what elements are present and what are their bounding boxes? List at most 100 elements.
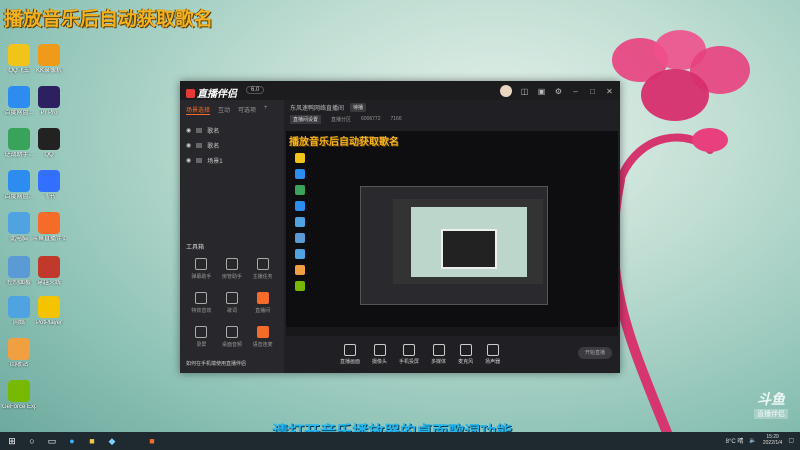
recycle-bin-icon (8, 338, 30, 360)
source-phone-cast-button[interactable]: 手机投屏 (399, 344, 419, 365)
kk-recorder-icon (38, 44, 60, 66)
stream-title: 东风速鸭网络直播间 (290, 105, 345, 112)
desktop-icon-kk-recorder[interactable]: KK录像机 (32, 44, 66, 75)
crossfire-icon (38, 256, 60, 278)
search-icon[interactable]: ○ (26, 435, 38, 447)
left-tabs: 场景选择 互动 可选项 + (180, 100, 284, 115)
effects-icon (195, 292, 208, 304)
tool-lyrics[interactable]: 歌词 (217, 292, 248, 314)
tool-live-room[interactable]: 直播间 (247, 292, 278, 314)
microphone-icon (459, 344, 472, 356)
desktop-icon-premiere[interactable]: Pr Pro (32, 86, 66, 117)
speaker-icon (486, 344, 499, 356)
list-item[interactable]: ◉ 歌名 (180, 123, 284, 138)
page-banner-title: 播放音乐后自动获取歌名 (4, 8, 214, 30)
stream-title-row: 东风速鸭网络直播间 待播 (284, 100, 620, 114)
live-companion-window[interactable]: 直播伴侣 6.0 ◫ ▣ ⚙ – □ ✕ 场景选择 互动 可选项 + ◉ 歌名 ◉… (180, 81, 620, 373)
eye-icon[interactable]: ◉ (186, 127, 191, 134)
close-icon[interactable]: ✕ (605, 87, 614, 96)
nvidia-icon (8, 380, 30, 402)
scene-thumb-icon (196, 143, 203, 148)
tool-room-manager[interactable]: 房管助手 (217, 258, 248, 280)
tool-voice-link[interactable]: 语音连麦 (247, 326, 278, 348)
tool-effects[interactable]: 特效音效 (186, 292, 217, 314)
category-label: 直播分区 (331, 116, 352, 123)
douyu-live-icon (38, 212, 60, 234)
start-live-button[interactable]: 开始直播 (578, 347, 612, 359)
phone-icon (403, 344, 416, 356)
nested-preview-window (360, 186, 548, 305)
control-panel-icon (8, 256, 30, 278)
source-screen-button[interactable]: 直播画面 (340, 344, 360, 365)
desktop-icon-this-pc[interactable]: 此电脑 (2, 212, 36, 243)
desktop-icon-network[interactable]: 网络 (2, 296, 36, 327)
douyu-logo-icon (186, 89, 195, 98)
add-tab-icon[interactable]: + (264, 105, 268, 115)
tool-danmu-helper[interactable]: 弹幕助手 (186, 258, 217, 280)
chat-icon (195, 258, 208, 270)
mic-button[interactable]: 麦克风 (458, 344, 473, 365)
desktop-icon-game-helper[interactable]: 逆战助手... (2, 128, 36, 159)
desktop-icon-crossfire[interactable]: 穿越火线 (32, 256, 66, 287)
tool-record[interactable]: 录屏 (186, 326, 217, 348)
list-item[interactable]: ◉ 歌名 (180, 138, 284, 153)
gift-icon[interactable]: ◫ (520, 87, 529, 96)
tab-interact[interactable]: 互动 (218, 105, 230, 115)
maximize-icon[interactable]: □ (588, 87, 597, 96)
left-panel: 场景选择 互动 可选项 + ◉ 歌名 ◉ 歌名 ◉ 场景1 工具箱 弹幕助手 房管助手… (180, 100, 285, 373)
notification-icon[interactable]: ▢ (788, 437, 794, 444)
tab-options[interactable]: 可选项 (238, 105, 256, 115)
stream-preview[interactable]: 播放音乐后自动获取歌名 (286, 131, 618, 336)
desktop-icon-recycle-bin[interactable]: 回收站 (2, 338, 36, 369)
room-settings-button[interactable]: 直播间设置 (290, 114, 322, 124)
taskbar-live-companion-icon[interactable]: ■ (146, 435, 158, 447)
minimize-icon[interactable]: – (571, 87, 580, 96)
edge-browser-icon[interactable]: ● (66, 435, 78, 447)
task-view-icon[interactable]: ▭ (46, 435, 58, 447)
user-icon (225, 258, 238, 270)
taskbar-app-icon[interactable]: ◆ (106, 435, 118, 447)
desktop-icon-qq[interactable]: QQ (32, 128, 66, 159)
desktop-icon-douyu-live[interactable]: 斗鱼直播伴侣 (32, 212, 66, 243)
titlebar-controls: ◫ ▣ ⚙ – □ ✕ (500, 85, 614, 97)
screen-icon (344, 344, 356, 356)
eye-icon[interactable]: ◉ (186, 142, 191, 149)
tool-desktop-audio[interactable]: 桌面音频 (217, 326, 248, 348)
room-id: 6006772 (361, 116, 381, 122)
desktop-icon-baidu-pan[interactable]: 百度网盘... (2, 86, 36, 117)
tab-scenes[interactable]: 场景选择 (186, 105, 211, 115)
watermark-brand: 斗鱼 (757, 391, 785, 407)
source-media-button[interactable]: 多媒体 (431, 344, 446, 365)
mobile-hint-link[interactable]: 如何在手机端使用直播伴侣 (186, 360, 246, 367)
toolbox-title: 工具箱 (186, 245, 205, 251)
feishu-icon (38, 170, 60, 192)
list-item[interactable]: ◉ 场景1 (180, 153, 284, 168)
desktop-icon-qq-speed[interactable]: QQ飞车 (2, 44, 36, 75)
lock-icon[interactable]: ▣ (537, 87, 546, 96)
live-room-icon (256, 292, 269, 304)
file-explorer-icon[interactable]: ■ (86, 435, 98, 447)
qq-penguin-icon (38, 128, 60, 150)
desktop-icon-potplayer[interactable]: PotPlayer (32, 296, 66, 327)
window-titlebar[interactable]: 直播伴侣 6.0 ◫ ▣ ⚙ – □ ✕ (180, 81, 620, 100)
speaker-button[interactable]: 扬声器 (485, 344, 500, 365)
desktop-icon-baidu-pan-2[interactable]: 百度网盘... (2, 170, 36, 201)
user-avatar[interactable] (500, 85, 512, 97)
start-menu-icon[interactable]: ⊞ (6, 435, 18, 447)
app-logo: 直播伴侣 (186, 85, 237, 100)
source-camera-button[interactable]: 摄像头 (372, 344, 387, 365)
heat-count: 7166 (390, 116, 402, 122)
media-icon (432, 344, 445, 356)
desktop-icon-feishu[interactable]: 飞书 (32, 170, 66, 201)
settings-icon[interactable]: ⚙ (554, 87, 563, 96)
weather-status[interactable]: 8°C 晴 (726, 436, 744, 445)
desktop-icon-geforce[interactable]: GeForce Experience (2, 380, 36, 411)
desktop-icon-control-panel[interactable]: 控制面板 (2, 256, 36, 287)
windows-taskbar: ⊞ ○ ▭ ● ■ ◆ ■ 8°C 晴 🔈 15:29 2022/1/4 ▢ (0, 432, 800, 450)
system-clock[interactable]: 15:29 2022/1/4 (763, 434, 782, 446)
eye-icon[interactable]: ◉ (186, 157, 191, 164)
volume-icon[interactable]: 🔈 (749, 437, 756, 444)
network-icon (8, 296, 30, 318)
version-badge[interactable]: 6.0 (246, 86, 265, 94)
tool-anchor-task[interactable]: 主播任务 (247, 258, 278, 280)
